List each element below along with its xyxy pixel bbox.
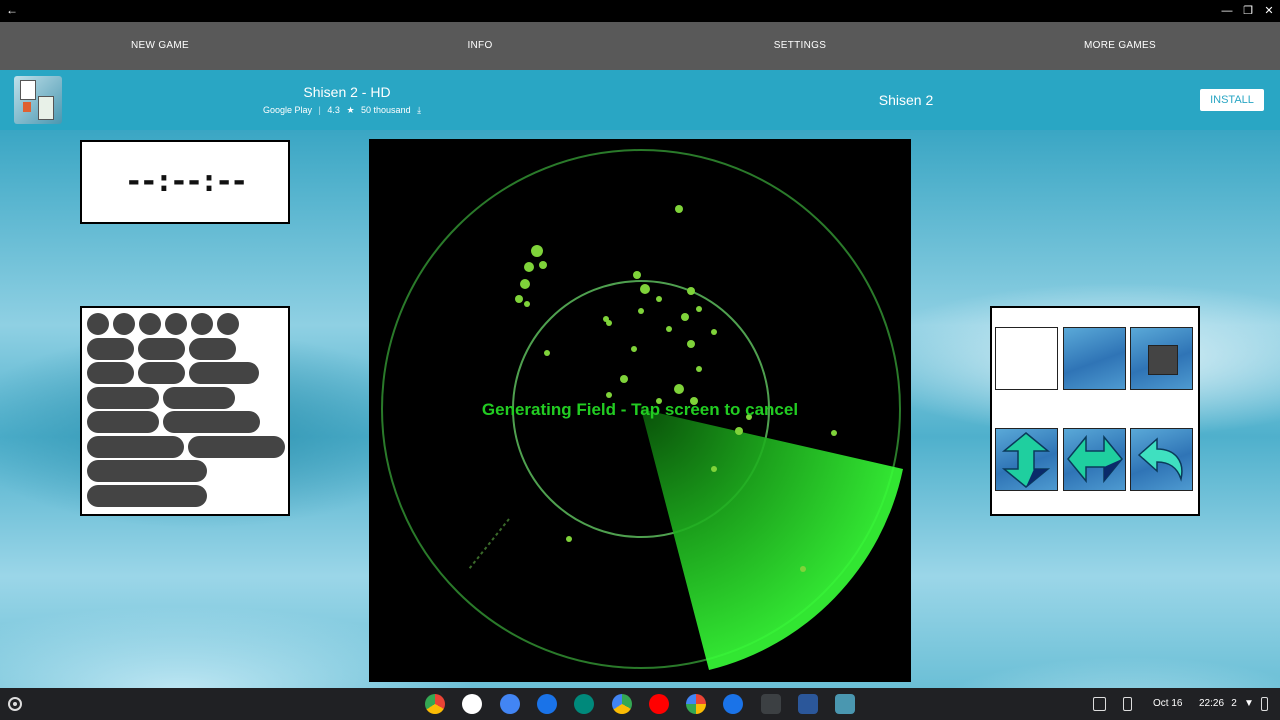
- info-button[interactable]: INFO: [320, 22, 640, 70]
- launcher-icon[interactable]: [8, 697, 22, 711]
- minimize-icon[interactable]: —: [1220, 4, 1234, 18]
- restore-icon[interactable]: ❐: [1241, 4, 1255, 18]
- new-game-button[interactable]: NEW GAME: [0, 22, 320, 70]
- undo-button[interactable]: [1130, 428, 1193, 491]
- date-label[interactable]: Oct 16: [1153, 688, 1182, 720]
- window-title-bar: ← — ❐ ✕: [0, 0, 1280, 22]
- shisen-icon[interactable]: [835, 694, 855, 714]
- word-icon[interactable]: [798, 694, 818, 714]
- blank-blue-button[interactable]: [1063, 327, 1126, 390]
- photos-icon[interactable]: [686, 694, 706, 714]
- game-menu-bar: NEW GAME INFO SETTINGS MORE GAMES: [0, 22, 1280, 70]
- meet-icon[interactable]: [574, 694, 594, 714]
- horizontal-shuffle-button[interactable]: [1063, 428, 1126, 491]
- ad-details: Google Play | 4.3 ★ 50 thousand ⤓: [263, 105, 422, 115]
- close-icon[interactable]: ✕: [1262, 4, 1276, 18]
- generating-message: Generating Field - Tap screen to cancel: [481, 400, 799, 419]
- wifi-icon[interactable]: ▼: [1244, 688, 1254, 720]
- terminal-icon[interactable]: [761, 694, 781, 714]
- chrome-icon[interactable]: [425, 694, 445, 714]
- phone-hub-icon[interactable]: [1123, 697, 1132, 711]
- youtube-icon[interactable]: [649, 694, 669, 714]
- remaining-tiles-panel: [80, 306, 290, 516]
- star-icon: ★: [346, 105, 355, 115]
- more-games-button[interactable]: MORE GAMES: [960, 22, 1280, 70]
- install-button[interactable]: INSTALL: [1200, 89, 1264, 111]
- download-count: 50 thousand: [361, 105, 411, 115]
- download-icon: ⤓: [417, 105, 422, 115]
- stop-button[interactable]: [1130, 327, 1193, 390]
- messages-icon[interactable]: [723, 694, 743, 714]
- notification-count[interactable]: 2: [1229, 688, 1239, 720]
- system-shelf: Oct 16 22:26 2 ▼: [0, 688, 1280, 720]
- gmail-icon[interactable]: [462, 694, 482, 714]
- back-arrow-icon[interactable]: ←: [6, 3, 18, 17]
- tools-panel: [990, 306, 1200, 516]
- undo-arrow-icon: [1137, 437, 1183, 482]
- timer-display: --:--:--: [80, 140, 290, 224]
- play-store-icon[interactable]: [612, 694, 632, 714]
- game-field[interactable]: Generating Field - Tap screen to cancel: [369, 139, 911, 682]
- settings-button[interactable]: SETTINGS: [640, 22, 960, 70]
- battery-icon[interactable]: [1261, 697, 1268, 711]
- vertical-arrows-icon: [1001, 432, 1051, 488]
- ad-app-name: Shisen 2: [878, 92, 934, 108]
- stop-icon: [1148, 345, 1178, 375]
- vertical-shuffle-button[interactable]: [995, 428, 1058, 491]
- horizontal-arrows-icon: [1067, 434, 1123, 484]
- clock-label[interactable]: 22:26: [1199, 688, 1224, 720]
- store-label: Google Play: [263, 105, 313, 115]
- blank-tile-button[interactable]: [995, 327, 1058, 390]
- ad-title: Shisen 2 - HD: [303, 84, 391, 100]
- clipboard-icon[interactable]: [1093, 697, 1106, 711]
- files-icon[interactable]: [537, 694, 557, 714]
- ad-banner[interactable]: Shisen 2 - HD Google Play | 4.3 ★ 50 tho…: [0, 70, 1280, 130]
- rating-value: 4.3: [327, 105, 340, 115]
- calendar-icon[interactable]: [500, 694, 520, 714]
